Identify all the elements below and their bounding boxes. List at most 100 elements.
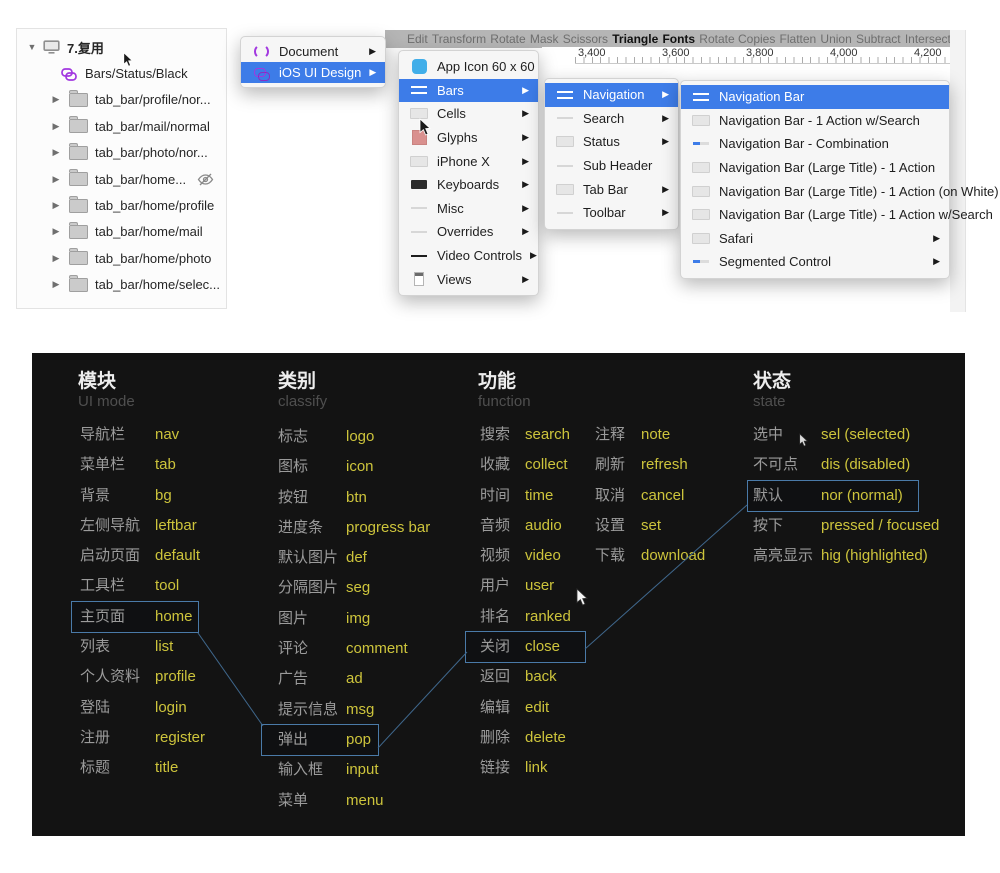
menu-item-thumbnail-icon (692, 160, 710, 176)
folder-icon (69, 172, 88, 186)
menu-item-thumbnail-icon (556, 205, 574, 221)
horizontal-ruler: 3,4003,6003,8004,0004,200 (542, 47, 965, 64)
layer-folder-name: tab_bar/home... (95, 172, 186, 187)
table-row: 刷新refresh (595, 450, 745, 480)
menu-item[interactable]: Navigation Bar - 1 Action w/Search (681, 109, 949, 133)
layer-folder-row[interactable]: ▶ tab_bar/home/mail (17, 219, 226, 245)
menu-item[interactable]: Status ▶ (545, 130, 678, 154)
disclosure-closed-icon[interactable]: ▶ (49, 226, 63, 237)
artboard-icon (43, 40, 60, 54)
menu-item[interactable]: Overrides ▶ (399, 220, 538, 244)
menu-item[interactable]: Cells ▶ (399, 102, 538, 126)
disclosure-closed-icon[interactable]: ▶ (49, 200, 63, 211)
submenu-arrow-icon: ▶ (654, 136, 669, 147)
menu-item[interactable]: App Icon 60 x 60 (399, 55, 538, 79)
hidden-eye-icon[interactable] (197, 173, 214, 186)
menu-item-thumbnail-icon (410, 177, 428, 193)
layers-panel: ▼ 7.复用 Bars/Status/Black ▶ tab_bar/profi… (16, 28, 227, 309)
folder-icon (69, 119, 88, 133)
toolbar-button[interactable]: Union (820, 32, 851, 46)
toolbar-button[interactable]: Edit (407, 32, 428, 46)
menu-item-thumbnail-icon (692, 136, 710, 152)
menu-item[interactable]: Video Controls ▶ (399, 244, 538, 268)
toolbar-button[interactable]: Scissors (563, 32, 608, 46)
menu-item[interactable]: Navigation Bar (Large Title) - 1 Action … (681, 179, 949, 203)
submenu-arrow-icon: ▶ (514, 85, 529, 96)
layer-folder-row[interactable]: ▶ tab_bar/photo/nor... (17, 140, 226, 166)
layer-folder-list: ▶ tab_bar/profile/nor... ▶ tab_bar/mail/… (17, 87, 226, 298)
menu-item[interactable]: Navigation Bar (Large Title) - 1 Action … (681, 203, 949, 227)
disclosure-closed-icon[interactable]: ▶ (49, 147, 63, 158)
table-row: 菜单menu (262, 786, 378, 816)
insert-symbol-menu: Document ▶ iOS UI Design ▶ (240, 36, 386, 88)
column-header-classify: 类别 (278, 366, 316, 393)
menu-item[interactable]: Search ▶ (545, 107, 678, 131)
toolbar-button[interactable]: Mask (530, 32, 559, 46)
table-row: 评论comment (262, 634, 378, 664)
layer-folder-row[interactable]: ▶ tab_bar/mail/normal (17, 113, 226, 139)
table-row: 关闭close (466, 632, 585, 662)
table-row: 编辑edit (466, 693, 585, 723)
menu-item[interactable]: Safari ▶ (681, 227, 949, 251)
submenu-arrow-icon: ▶ (654, 113, 669, 124)
table-row: 标志logo (262, 422, 378, 452)
table-row: 图标icon (262, 452, 378, 482)
layer-folder-row[interactable]: ▶ tab_bar/profile/nor... (17, 87, 226, 113)
layer-folder-row[interactable]: ▶ tab_bar/home... (17, 166, 226, 192)
disclosure-closed-icon[interactable]: ▶ (49, 94, 63, 105)
toolbar-button[interactable]: Intersect (905, 32, 951, 46)
toolbar-button[interactable]: Triangle (612, 32, 658, 46)
menu-item-thumbnail-icon (692, 230, 710, 246)
toolbar-button[interactable]: Flatten (780, 32, 817, 46)
artboard-row[interactable]: ▼ 7.复用 (17, 34, 226, 60)
menu-item-thumbnail-icon (410, 224, 428, 240)
menu-item[interactable]: Misc ▶ (399, 197, 538, 221)
layer-folder-row[interactable]: ▶ tab_bar/home/photo (17, 245, 226, 271)
menu-item[interactable]: Navigation ▶ (545, 83, 678, 107)
folder-icon (69, 93, 88, 107)
layer-folder-row[interactable]: ▶ tab_bar/home/selec... (17, 272, 226, 298)
table-row: 默认图片def (262, 543, 378, 573)
menu-item[interactable]: Document ▶ (241, 41, 385, 62)
toolbar-button[interactable]: Rotate (490, 32, 525, 46)
table-row: 下载download (595, 541, 745, 571)
toolbar-button[interactable]: Rotate Copies (699, 32, 775, 46)
menu-item[interactable]: Navigation Bar - Combination (681, 132, 949, 156)
submenu-arrow-icon: ▶ (514, 132, 529, 143)
state-column: 选中sel (selected) 不可点dis (disabled) 默认nor… (748, 420, 918, 571)
layer-folder-name: tab_bar/home/selec... (95, 277, 220, 292)
disclosure-closed-icon[interactable]: ▶ (49, 279, 63, 290)
toolbar-button[interactable]: Transform (432, 32, 486, 46)
menu-item[interactable]: Toolbar ▶ (545, 201, 678, 225)
menu-item[interactable]: Segmented Control ▶ (681, 250, 949, 274)
layer-folder-row[interactable]: ▶ tab_bar/home/profile (17, 192, 226, 218)
table-row: 默认nor (normal) (748, 481, 918, 511)
submenu-arrow-icon: ▶ (925, 233, 940, 244)
submenu-arrow-icon: ▶ (514, 179, 529, 190)
table-row: 菜单栏tab (72, 450, 198, 480)
menu-item-thumbnail-icon (410, 82, 428, 98)
menu-item[interactable]: iOS UI Design ▶ (241, 62, 385, 83)
disclosure-closed-icon[interactable]: ▶ (49, 174, 63, 185)
toolbar-button[interactable]: Subtract (856, 32, 901, 46)
menu-item-thumbnail-icon (410, 271, 428, 287)
disclosure-closed-icon[interactable]: ▶ (49, 121, 63, 132)
menu-item[interactable]: Navigation Bar (681, 85, 949, 109)
table-row: 选中sel (selected) (748, 420, 918, 450)
menu-item[interactable]: iPhone X ▶ (399, 149, 538, 173)
menu-item[interactable]: Keyboards ▶ (399, 173, 538, 197)
menu-item-thumbnail-icon (556, 134, 574, 150)
menu-item[interactable]: Tab Bar ▶ (545, 177, 678, 201)
table-row: 标题title (72, 753, 198, 783)
menu-item[interactable]: Views ▶ (399, 267, 538, 291)
menu-item-thumbnail-icon (410, 59, 428, 75)
toolbar-button[interactable]: Fonts (662, 32, 695, 46)
menu-item[interactable]: Glyphs ▶ (399, 126, 538, 150)
disclosure-closed-icon[interactable]: ▶ (49, 253, 63, 264)
menu-item[interactable]: Navigation Bar (Large Title) - 1 Action (681, 156, 949, 180)
disclosure-open-icon[interactable]: ▼ (25, 42, 39, 52)
menu-item[interactable]: Sub Header (545, 154, 678, 178)
symbol-layer-row[interactable]: Bars/Status/Black (17, 60, 226, 86)
table-row: 个人资料profile (72, 662, 198, 692)
menu-item[interactable]: Bars ▶ (399, 79, 538, 103)
